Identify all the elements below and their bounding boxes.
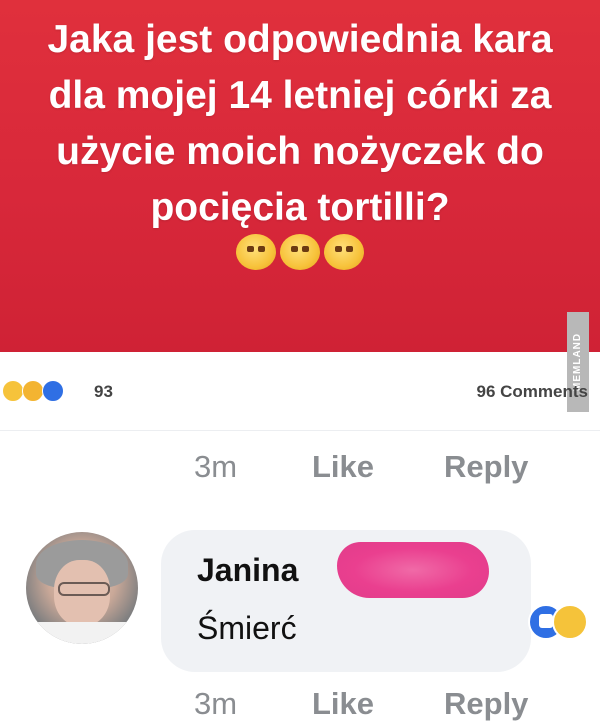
comment-actions-bottom: 3m Like Reply: [194, 684, 528, 724]
post-line-1: Jaka jest odpowiednia kara: [47, 18, 553, 61]
emoji-row: [0, 234, 600, 270]
reactions-bar[interactable]: 93 96 Comments: [0, 372, 600, 412]
avatar-shirt: [26, 622, 138, 644]
grimace-emoji-icon: [324, 234, 364, 270]
grimace-emoji-icon: [236, 234, 276, 270]
reaction-count[interactable]: 93: [94, 382, 113, 402]
status-post-text: Jaka jest odpowiednia kara dla mojej 14 …: [10, 12, 590, 236]
post-line-2: dla mojej 14 letniej córki za: [48, 74, 552, 117]
haha-reaction-icon: [552, 604, 588, 640]
reply-button[interactable]: Reply: [444, 686, 528, 722]
wow-reaction-icon: [22, 380, 44, 402]
like-button[interactable]: Like: [312, 449, 444, 485]
like-reaction-icon: [42, 380, 64, 402]
comment-timestamp: 3m: [194, 686, 238, 721]
post-line-4: pocięcia tortilli?: [150, 186, 450, 229]
reaction-icons[interactable]: [2, 380, 64, 402]
reply-button[interactable]: Reply: [444, 449, 528, 485]
post-line-3: użycie moich nożyczek do: [56, 130, 544, 173]
comment-actions-top: 3m Like Reply: [194, 447, 528, 487]
comment-bubble: Janina Śmierć: [161, 530, 531, 672]
comment-text: Śmierć: [197, 610, 297, 646]
like-button[interactable]: Like: [312, 686, 444, 722]
comments-count-link[interactable]: 96 Comments: [477, 382, 588, 402]
comment-timestamp: 3m: [194, 449, 238, 484]
censor-scribble: [337, 542, 489, 598]
avatar[interactable]: [26, 532, 138, 644]
avatar-glasses: [58, 582, 110, 596]
divider: [0, 430, 600, 431]
status-post-background: Jaka jest odpowiednia kara dla mojej 14 …: [0, 0, 600, 352]
grimace-emoji-icon: [280, 234, 320, 270]
haha-reaction-icon: [2, 380, 24, 402]
comment-reactions[interactable]: [528, 602, 588, 640]
comment-author-name[interactable]: Janina: [197, 552, 298, 589]
